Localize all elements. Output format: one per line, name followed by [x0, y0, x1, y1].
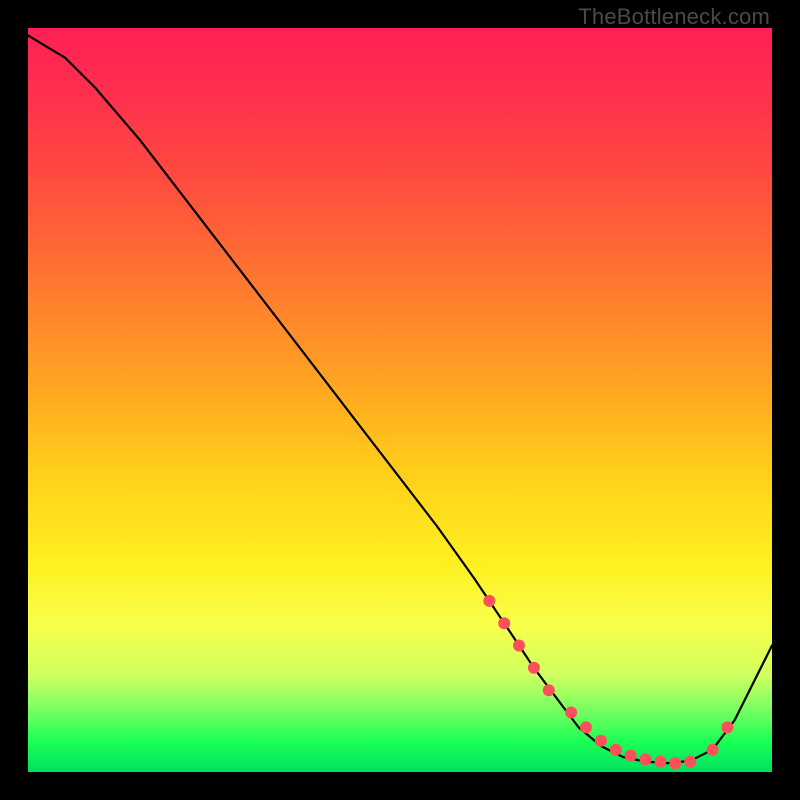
data-marker [654, 756, 666, 768]
data-marker [498, 617, 510, 629]
data-marker [580, 721, 592, 733]
data-marker [483, 595, 495, 607]
data-marker [625, 750, 637, 762]
data-marker [684, 756, 696, 768]
data-marker [528, 662, 540, 674]
bottleneck-curve [28, 35, 772, 763]
marker-group [483, 595, 733, 769]
data-marker [565, 707, 577, 719]
data-marker [669, 757, 681, 769]
chart-frame: TheBottleneck.com [0, 0, 800, 800]
plot-area [28, 28, 772, 772]
data-marker [721, 721, 733, 733]
data-marker [595, 735, 607, 747]
curve-svg [28, 28, 772, 772]
data-marker [707, 744, 719, 756]
data-marker [543, 684, 555, 696]
data-marker [610, 744, 622, 756]
watermark-text: TheBottleneck.com [578, 4, 770, 30]
data-marker [640, 753, 652, 765]
data-marker [513, 640, 525, 652]
